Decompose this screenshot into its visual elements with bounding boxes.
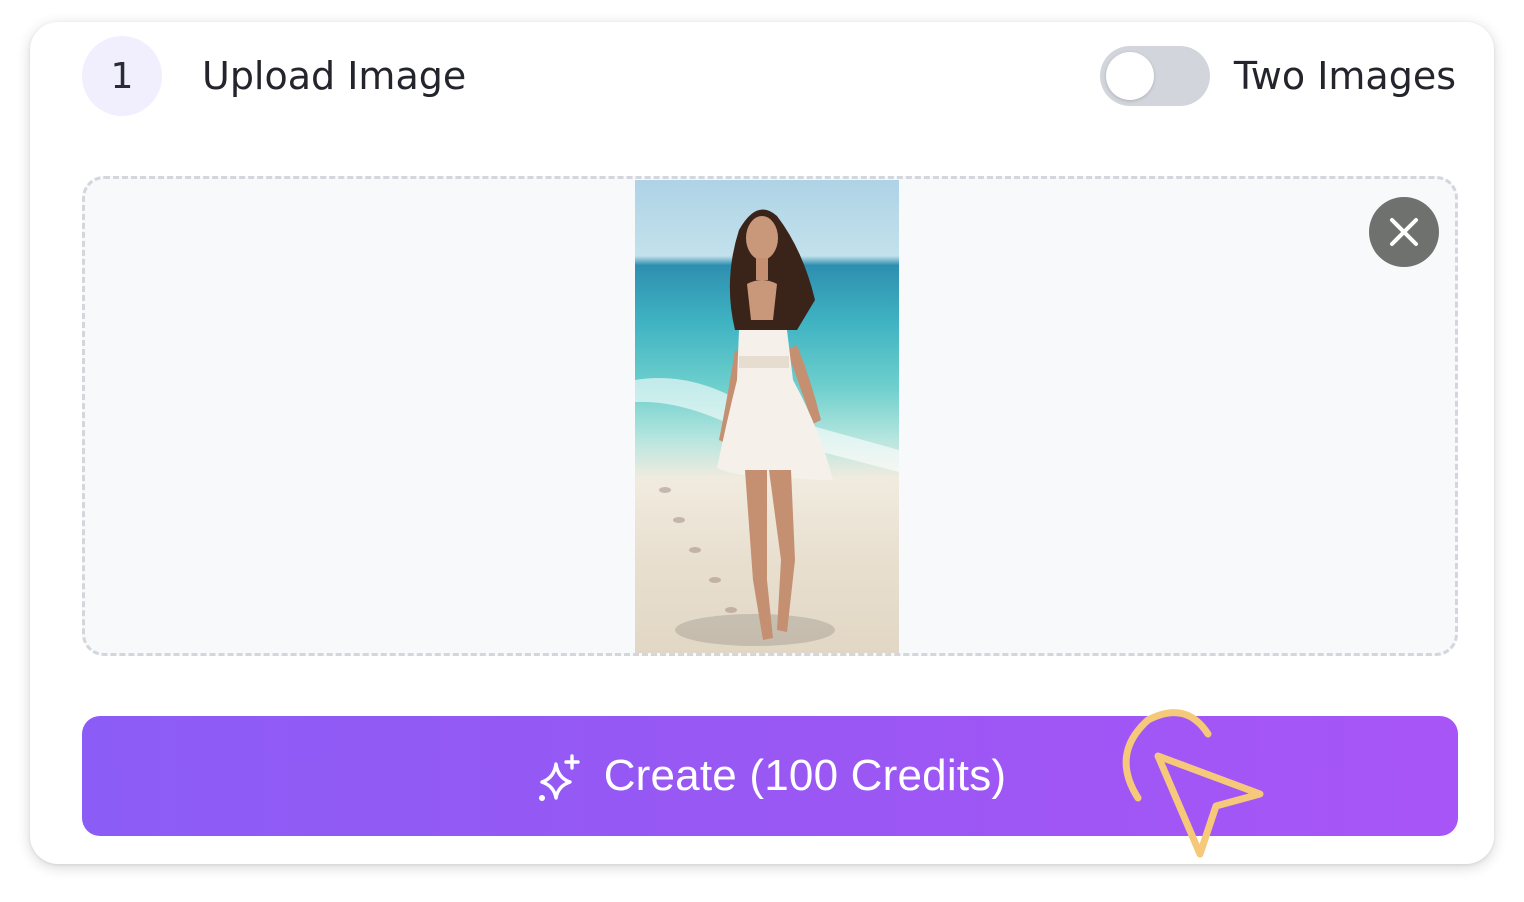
step-title: Upload Image — [202, 54, 467, 98]
close-icon — [1390, 218, 1418, 246]
sparkle-icon — [538, 754, 580, 801]
upload-card: 1 Upload Image Two Images Create (100 Cr… — [30, 22, 1494, 864]
upload-dropzone[interactable] — [82, 176, 1458, 656]
remove-image-button[interactable] — [1369, 197, 1439, 267]
step-number: 1 — [110, 55, 134, 97]
toggle-knob — [1106, 52, 1154, 100]
step-number-badge: 1 — [82, 36, 162, 116]
two-images-toggle[interactable] — [1100, 46, 1210, 106]
uploaded-image-preview — [635, 180, 899, 653]
create-button-label: Create (100 Credits) — [603, 751, 1007, 800]
beach-photo-illustration — [635, 209, 899, 646]
create-button[interactable]: Create (100 Credits) — [82, 716, 1458, 836]
two-images-label: Two Images — [1233, 54, 1456, 98]
